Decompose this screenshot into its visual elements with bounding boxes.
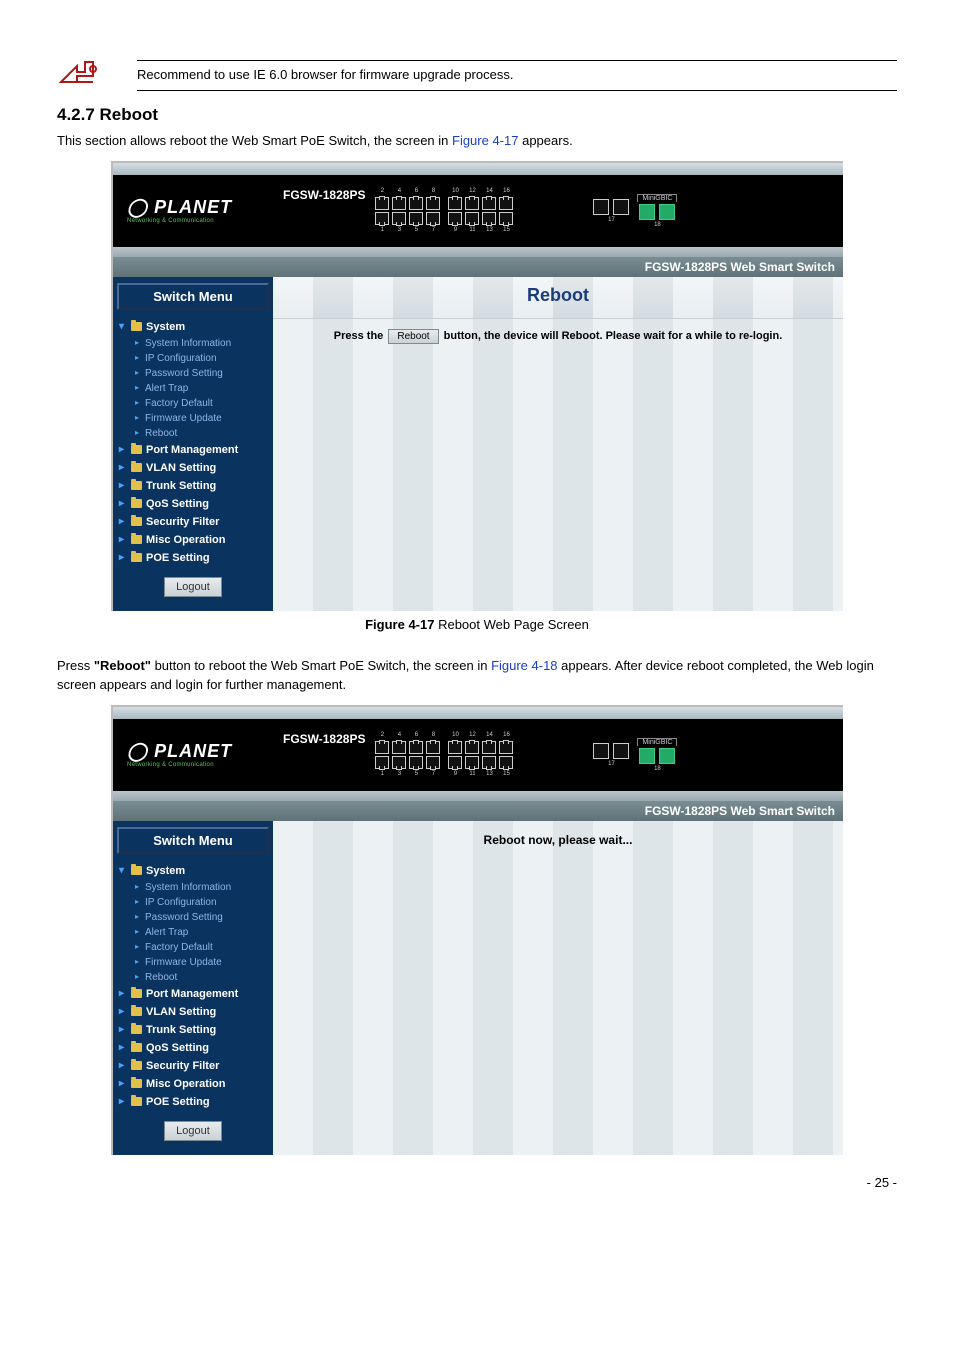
sidebar-item-system-information[interactable]: System Information	[137, 880, 269, 895]
paragraph-2: Press "Reboot" button to reboot the Web …	[57, 656, 897, 695]
sidebar-item-password-setting[interactable]: Password Setting	[137, 910, 269, 925]
switch-menu-header[interactable]: Switch Menu	[117, 827, 269, 854]
content-pane: Reboot Press the Reboot button, the devi…	[273, 277, 843, 611]
folder-icon	[131, 499, 142, 508]
screenshot-reboot-page: ◯ PLANET Networking & Communication FGSW…	[111, 161, 843, 611]
port-diagram: 21 43 65 87 109 1211 1413 1615	[375, 732, 513, 778]
sidebar-folder-vlan-setting[interactable]: ▸VLAN Setting	[117, 459, 269, 477]
sidebar-item-system-information[interactable]: System Information	[137, 336, 269, 351]
model-label: FGSW-1828PS	[283, 732, 365, 746]
folder-icon	[131, 1097, 142, 1106]
sidebar-item-ip-configuration[interactable]: IP Configuration	[137, 351, 269, 366]
folder-icon	[131, 1007, 142, 1016]
sidebar-item-alert-trap[interactable]: Alert Trap	[137, 925, 269, 940]
section-heading: 4.2.7 Reboot	[57, 105, 897, 125]
sidebar-folder-vlan-setting[interactable]: ▸VLAN Setting	[117, 1003, 269, 1021]
folder-icon	[131, 553, 142, 562]
folder-icon	[131, 1025, 142, 1034]
switch-menu-header[interactable]: Switch Menu	[117, 283, 269, 310]
sidebar-folder-security-filter[interactable]: ▸Security Filter	[117, 1057, 269, 1075]
folder-icon	[131, 445, 142, 454]
sidebar-folder-poe-setting[interactable]: ▸POE Setting	[117, 1093, 269, 1111]
model-label: FGSW-1828PS	[283, 188, 365, 202]
folder-icon	[131, 1079, 142, 1088]
figure-link-4-18[interactable]: Figure 4-18	[491, 658, 557, 673]
gbic-area: 17 MiniGBIC 18	[593, 194, 677, 228]
folder-icon	[131, 463, 142, 472]
sidebar-folder-qos-setting[interactable]: ▸QoS Setting	[117, 495, 269, 513]
device-banner: ◯ PLANET Networking & Communication FGSW…	[113, 719, 843, 791]
sidebar-item-factory-default[interactable]: Factory Default	[137, 396, 269, 411]
sidebar-folder-qos-setting[interactable]: ▸QoS Setting	[117, 1039, 269, 1057]
port-diagram: 21 43 65 87 109 1211 1413 1615	[375, 188, 513, 234]
folder-icon	[131, 866, 142, 875]
sidebar-folder-port-management[interactable]: ▸Port Management	[117, 985, 269, 1003]
sidebar-item-password-setting[interactable]: Password Setting	[137, 366, 269, 381]
sidebar-item-ip-configuration[interactable]: IP Configuration	[137, 895, 269, 910]
device-right-title: FGSW-1828PS Web Smart Switch	[113, 801, 843, 821]
content-pane: Reboot now, please wait...	[273, 821, 843, 1155]
sidebar-item-factory-default[interactable]: Factory Default	[137, 940, 269, 955]
screenshot-reboot-wait: ◯ PLANET Networking & Communication FGSW…	[111, 705, 843, 1155]
sidebar-item-firmware-update[interactable]: Firmware Update	[137, 411, 269, 426]
folder-icon	[131, 481, 142, 490]
page-number: - 25 -	[57, 1175, 897, 1190]
reboot-button[interactable]: Reboot	[388, 329, 438, 344]
folder-icon	[131, 517, 142, 526]
sidebar-folder-misc-operation[interactable]: ▸Misc Operation	[117, 531, 269, 549]
folder-icon	[131, 1043, 142, 1052]
sidebar: Switch Menu ▾System System Information I…	[113, 277, 273, 611]
note-text: Recommend to use IE 6.0 browser for firm…	[137, 61, 897, 88]
sidebar-item-reboot[interactable]: Reboot	[137, 970, 269, 985]
reboot-wait-message: Reboot now, please wait...	[273, 821, 843, 847]
intro-paragraph: This section allows reboot the Web Smart…	[57, 131, 897, 151]
sidebar-folder-misc-operation[interactable]: ▸Misc Operation	[117, 1075, 269, 1093]
sidebar-folder-poe-setting[interactable]: ▸POE Setting	[117, 549, 269, 567]
brand-logo: ◯ PLANET Networking & Communication	[113, 741, 267, 768]
note-icon	[57, 60, 97, 90]
reboot-instruction: Press the Reboot button, the device will…	[273, 319, 843, 344]
folder-icon	[131, 322, 142, 331]
sidebar-item-reboot[interactable]: Reboot	[137, 426, 269, 441]
device-banner: ◯ PLANET Networking & Communication FGSW…	[113, 175, 843, 247]
sidebar: Switch Menu ▾System System Information I…	[113, 821, 273, 1155]
folder-icon	[131, 1061, 142, 1070]
sidebar-folder-system[interactable]: ▾System	[117, 862, 269, 880]
sidebar-folder-trunk-setting[interactable]: ▸Trunk Setting	[117, 1021, 269, 1039]
sidebar-item-alert-trap[interactable]: Alert Trap	[137, 381, 269, 396]
figure-caption-1: Figure 4-17 Reboot Web Page Screen	[57, 617, 897, 632]
brand-logo: ◯ PLANET Networking & Communication	[113, 197, 267, 224]
folder-icon	[131, 535, 142, 544]
content-heading: Reboot	[273, 277, 843, 319]
sidebar-folder-system[interactable]: ▾System	[117, 318, 269, 336]
folder-icon	[131, 989, 142, 998]
figure-link-4-17[interactable]: Figure 4-17	[452, 133, 518, 148]
gbic-area: 17 MiniGBIC 18	[593, 738, 677, 772]
logout-button[interactable]: Logout	[164, 577, 222, 597]
device-right-title: FGSW-1828PS Web Smart Switch	[113, 257, 843, 277]
sidebar-folder-port-management[interactable]: ▸Port Management	[117, 441, 269, 459]
logout-button[interactable]: Logout	[164, 1121, 222, 1141]
sidebar-item-firmware-update[interactable]: Firmware Update	[137, 955, 269, 970]
sidebar-folder-security-filter[interactable]: ▸Security Filter	[117, 513, 269, 531]
sidebar-folder-trunk-setting[interactable]: ▸Trunk Setting	[117, 477, 269, 495]
